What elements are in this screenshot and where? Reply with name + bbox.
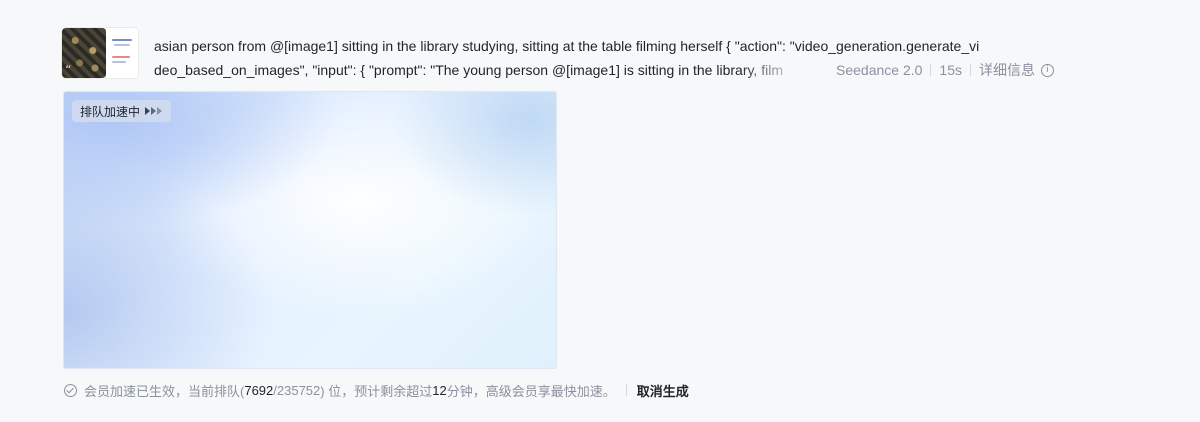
- queue-badge-label: 排队加速中: [80, 104, 141, 119]
- document-line: [112, 56, 130, 58]
- prompt-line-1: asian person from @[image1] sitting in t…: [154, 38, 980, 54]
- info-icon: i: [1040, 63, 1054, 77]
- quote-mark-icon: “: [65, 63, 72, 77]
- details-link[interactable]: 详细信息 i: [979, 60, 1054, 80]
- status-suffix: 分钟，高级会员享最快加速。: [446, 383, 616, 399]
- reference-image-thumbnail[interactable]: “: [62, 28, 106, 78]
- document-line: [112, 61, 126, 63]
- document-line: [114, 44, 130, 46]
- queue-position: 7692: [244, 382, 274, 398]
- details-label: 详细信息: [978, 62, 1035, 78]
- reference-image-thumbnails[interactable]: “: [62, 28, 138, 78]
- divider: [969, 64, 971, 76]
- progress-arrows-icon: [145, 107, 163, 115]
- queue-status-badge: 排队加速中: [72, 100, 172, 122]
- document-line: [112, 39, 132, 41]
- cancel-generation-button[interactable]: 取消生成: [637, 381, 689, 400]
- model-name: Seedance 2.0: [836, 62, 923, 78]
- generation-task-card: “ asian person from @[image1] sitting in…: [0, 0, 1200, 422]
- check-circle-icon: [64, 383, 77, 397]
- video-placeholder: 排队加速中: [64, 92, 556, 368]
- prompt-line-2: deo_based_on_images", "input": { "prompt…: [154, 62, 783, 78]
- queue-status-bar: 会员加速已生效，当前排队( 7692 / 235752 ) 位，预计剩余超过 1…: [64, 380, 689, 400]
- reference-document-thumbnail[interactable]: [106, 28, 138, 78]
- divider: [625, 384, 627, 396]
- duration: 15s: [939, 62, 962, 78]
- remaining-minutes: 12: [432, 382, 447, 398]
- status-middle: ) 位，预计剩余超过: [320, 383, 433, 399]
- divider: [930, 64, 932, 76]
- status-prefix: 会员加速已生效，当前排队(: [84, 383, 245, 399]
- queue-total: 235752: [276, 382, 321, 398]
- task-meta: Seedance 2.0 15s 详细信息 i: [836, 58, 1054, 82]
